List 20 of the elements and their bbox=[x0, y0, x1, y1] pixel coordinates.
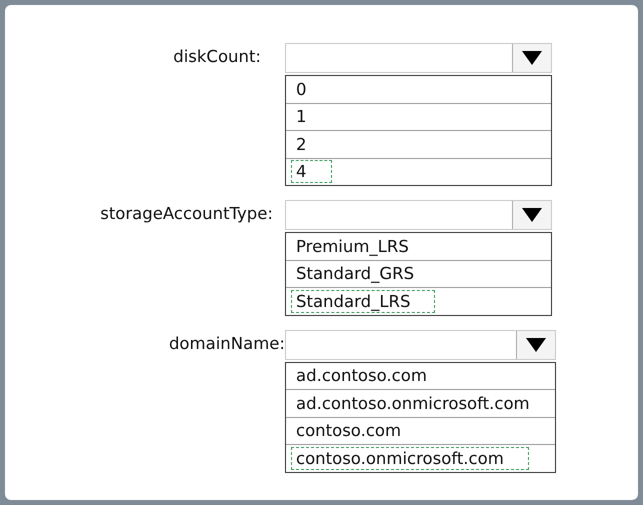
dropdown-arrow-button[interactable] bbox=[512, 201, 551, 229]
option-item[interactable]: 2 bbox=[291, 132, 312, 156]
option-item[interactable]: 0 bbox=[291, 78, 312, 101]
caret-icon bbox=[522, 208, 542, 222]
option-item[interactable]: Standard_LRS bbox=[291, 290, 436, 313]
field-label: domainName: bbox=[168, 332, 285, 354]
dropdown-arrow-button[interactable] bbox=[512, 44, 551, 72]
option-item[interactable]: Premium_LRS bbox=[291, 234, 414, 258]
option-item[interactable]: ad.contoso.com bbox=[291, 364, 432, 388]
caret-icon bbox=[526, 338, 546, 352]
caret-icon bbox=[522, 51, 542, 65]
option-item[interactable]: Standard_GRS bbox=[291, 262, 420, 286]
field-label: storageAccountType: bbox=[99, 203, 273, 225]
option-item[interactable]: 1 bbox=[291, 105, 312, 128]
option-item[interactable]: 4 bbox=[291, 160, 332, 184]
option-item[interactable]: ad.contoso.onmicrosoft.com bbox=[291, 392, 535, 415]
option-item[interactable]: contoso.com bbox=[291, 419, 406, 442]
dropdown-arrow-button[interactable] bbox=[516, 330, 555, 358]
option-item[interactable]: contoso.onmicrosoft.com bbox=[291, 446, 529, 470]
field-label: diskCount: bbox=[172, 46, 261, 68]
